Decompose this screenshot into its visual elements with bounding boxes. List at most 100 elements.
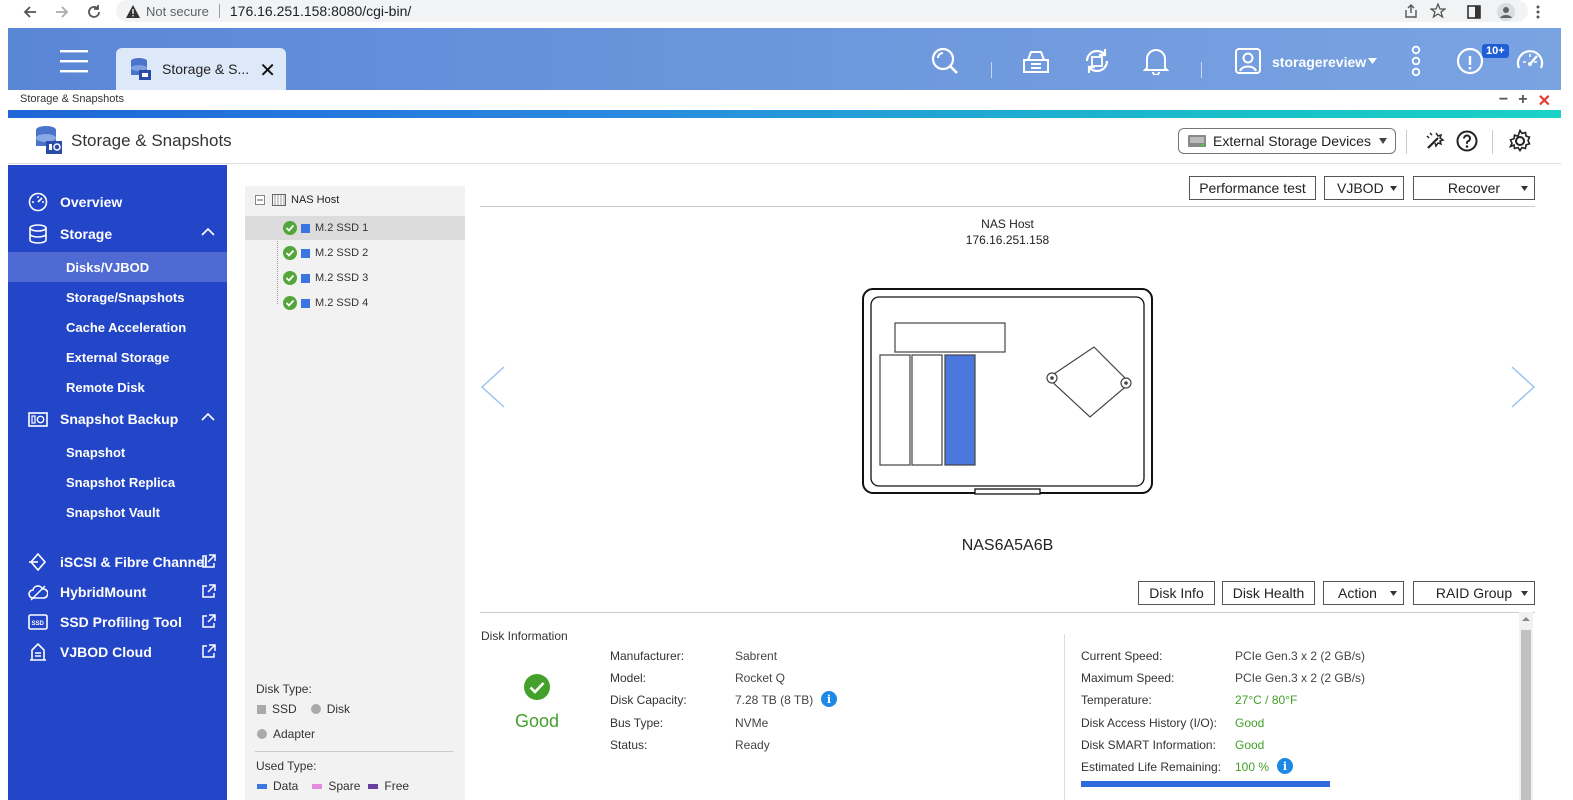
close-tab-icon[interactable]: ✕ [259, 58, 276, 83]
sync-icon[interactable] [1081, 45, 1113, 77]
action-dropdown[interactable]: Action [1323, 581, 1404, 605]
help-icon[interactable] [1456, 130, 1478, 152]
tree-root-label: NAS Host [291, 194, 340, 206]
legend-disk-type-title: Disk Type: [256, 682, 312, 696]
more-options-icon[interactable] [1400, 45, 1432, 77]
chevron-down-icon [1521, 591, 1528, 596]
sidebar-item-hybridmount[interactable]: HybridMount [8, 577, 227, 607]
sidebar-item-snapshot[interactable]: Snapshot [8, 437, 227, 467]
username-label[interactable]: storagereview [1272, 54, 1366, 70]
tree-root-nas-host[interactable]: NAS Host [255, 194, 339, 206]
disk-health-button[interactable]: Disk Health [1222, 581, 1315, 605]
sidebar-item-cache-acceleration[interactable]: Cache Acceleration [8, 312, 227, 342]
sidebar-item-snapshot-backup[interactable]: Snapshot Backup [8, 404, 227, 434]
accent-gradient-bar [8, 110, 1561, 118]
window-title: Storage & Snapshots [20, 93, 124, 105]
app-header: Storage & Snapshots External Storage Dev… [8, 118, 1561, 164]
bookmark-star-icon[interactable] [1430, 3, 1446, 19]
not-secure-label[interactable]: Not secure [146, 4, 209, 19]
external-link-icon[interactable] [201, 614, 216, 629]
info-label: Maximum Speed: [1081, 671, 1175, 685]
sidebar-item-remote-disk[interactable]: Remote Disk [8, 372, 227, 402]
sidebar-item-storage-snapshots[interactable]: Storage/Snapshots [8, 282, 227, 312]
info-value[interactable]: Good [1235, 738, 1264, 752]
info-value[interactable]: Good [1235, 716, 1264, 730]
sidebar-item-snapshot-vault[interactable]: Snapshot Vault [8, 497, 227, 527]
diagnostic-tool-icon[interactable] [1424, 130, 1446, 152]
info-label: Estimated Life Remaining: [1081, 760, 1222, 774]
minimize-button[interactable]: − [1499, 91, 1508, 111]
info-icon[interactable]: i [821, 691, 837, 707]
maximize-button[interactable]: + [1518, 91, 1527, 111]
profile-icon[interactable] [1494, 0, 1518, 24]
info-label: Model: [610, 671, 647, 685]
disk-info-button[interactable]: Disk Info [1138, 581, 1215, 605]
app-tab-label: Storage & S... [162, 61, 250, 77]
sidebar-item-storage[interactable]: Storage [8, 219, 227, 249]
external-storage-devices-dropdown[interactable]: External Storage Devices [1178, 128, 1396, 154]
fan-slot [894, 322, 1006, 353]
url-text[interactable]: 176.16.251.158:8080/cgi-bin/ [230, 3, 411, 19]
share-icon[interactable] [1404, 4, 1418, 18]
search-icon[interactable] [929, 45, 961, 77]
notification-bell-icon[interactable] [1140, 45, 1172, 77]
status-ok-icon [283, 271, 297, 285]
legend-used-types: Data Spare Free [257, 779, 409, 793]
tree-item-disk[interactable]: M.2 SSD 4 [245, 291, 465, 315]
close-button[interactable]: ✕ [1538, 91, 1551, 111]
camera-icon [28, 410, 48, 428]
chevron-up-icon[interactable] [201, 228, 215, 236]
tree-item-disk[interactable]: M.2 SSD 2 [245, 241, 465, 265]
raid-group-label: RAID Group [1435, 585, 1513, 601]
chevron-up-icon[interactable] [201, 413, 215, 421]
collapse-icon[interactable] [255, 195, 265, 205]
sidebar-item-overview[interactable]: Overview [8, 187, 227, 217]
sidebar-ssd-profiling-label: SSD Profiling Tool [60, 614, 182, 630]
background-tasks-icon[interactable] [1020, 45, 1052, 77]
recover-dropdown[interactable]: Recover [1413, 176, 1535, 200]
vjbod-label: VJBOD [1337, 180, 1384, 196]
dashboard-gauge-icon[interactable] [1514, 45, 1546, 77]
address-bar[interactable]: Not secure 176.16.251.158:8080/cgi-bin/ [116, 0, 1528, 22]
scrollbar-thumb[interactable] [1521, 630, 1531, 800]
user-icon[interactable] [1232, 45, 1264, 77]
external-drive-icon [1187, 133, 1207, 149]
tree-item-disk[interactable]: M.2 SSD 1 [245, 216, 465, 240]
user-dropdown-icon[interactable] [1368, 58, 1377, 64]
external-link-icon[interactable] [201, 584, 216, 599]
sidebar: Overview Storage Disks/VJBOD Storage/Sna… [8, 165, 227, 800]
reload-icon[interactable] [82, 0, 106, 24]
next-arrow-icon[interactable] [1510, 366, 1536, 408]
sidebar-item-disks-vjbod[interactable]: Disks/VJBOD [8, 252, 227, 282]
legend-spare: Spare [328, 779, 361, 793]
info-icon[interactable]: i [1277, 758, 1293, 774]
external-link-icon[interactable] [201, 644, 216, 659]
sidepanel-icon[interactable] [1462, 0, 1486, 24]
info-value: Ready [735, 738, 770, 752]
browser-toolbar: Not secure 176.16.251.158:8080/cgi-bin/ [0, 0, 1573, 24]
raid-group-dropdown[interactable]: RAID Group [1413, 581, 1535, 605]
performance-test-button[interactable]: Performance test [1189, 176, 1316, 200]
external-link-icon[interactable] [201, 554, 216, 569]
page-title: Storage & Snapshots [71, 131, 232, 150]
scrollbar[interactable] [1519, 612, 1533, 800]
action-label: Action [1338, 585, 1377, 601]
previous-arrow-icon[interactable] [480, 366, 506, 408]
vjbod-dropdown[interactable]: VJBOD [1324, 176, 1404, 200]
tree-item-disk[interactable]: M.2 SSD 3 [245, 266, 465, 290]
main-menu-icon[interactable] [60, 48, 88, 74]
back-icon[interactable] [18, 0, 42, 24]
svg-text:SSD: SSD [32, 621, 45, 627]
info-value: PCIe Gen.3 x 2 (2 GB/s) [1235, 649, 1366, 663]
sidebar-item-vjbod-cloud[interactable]: VJBOD Cloud [8, 637, 227, 667]
legend-disk-types: SSD Disk [257, 702, 350, 716]
device-ip: 176.16.251.158 [965, 233, 1050, 247]
app-tab-storage[interactable]: Storage & S... ✕ [116, 48, 286, 90]
sidebar-item-snapshot-replica[interactable]: Snapshot Replica [8, 467, 227, 497]
sidebar-item-external-storage[interactable]: External Storage [8, 342, 227, 372]
forward-icon[interactable] [50, 0, 74, 24]
settings-gear-icon[interactable] [1508, 129, 1532, 153]
browser-menu-icon[interactable] [1526, 0, 1550, 24]
sidebar-item-iscsi[interactable]: iSCSI & Fibre Channel [8, 547, 227, 577]
sidebar-item-ssd-profiling[interactable]: SSD SSD Profiling Tool [8, 607, 227, 637]
